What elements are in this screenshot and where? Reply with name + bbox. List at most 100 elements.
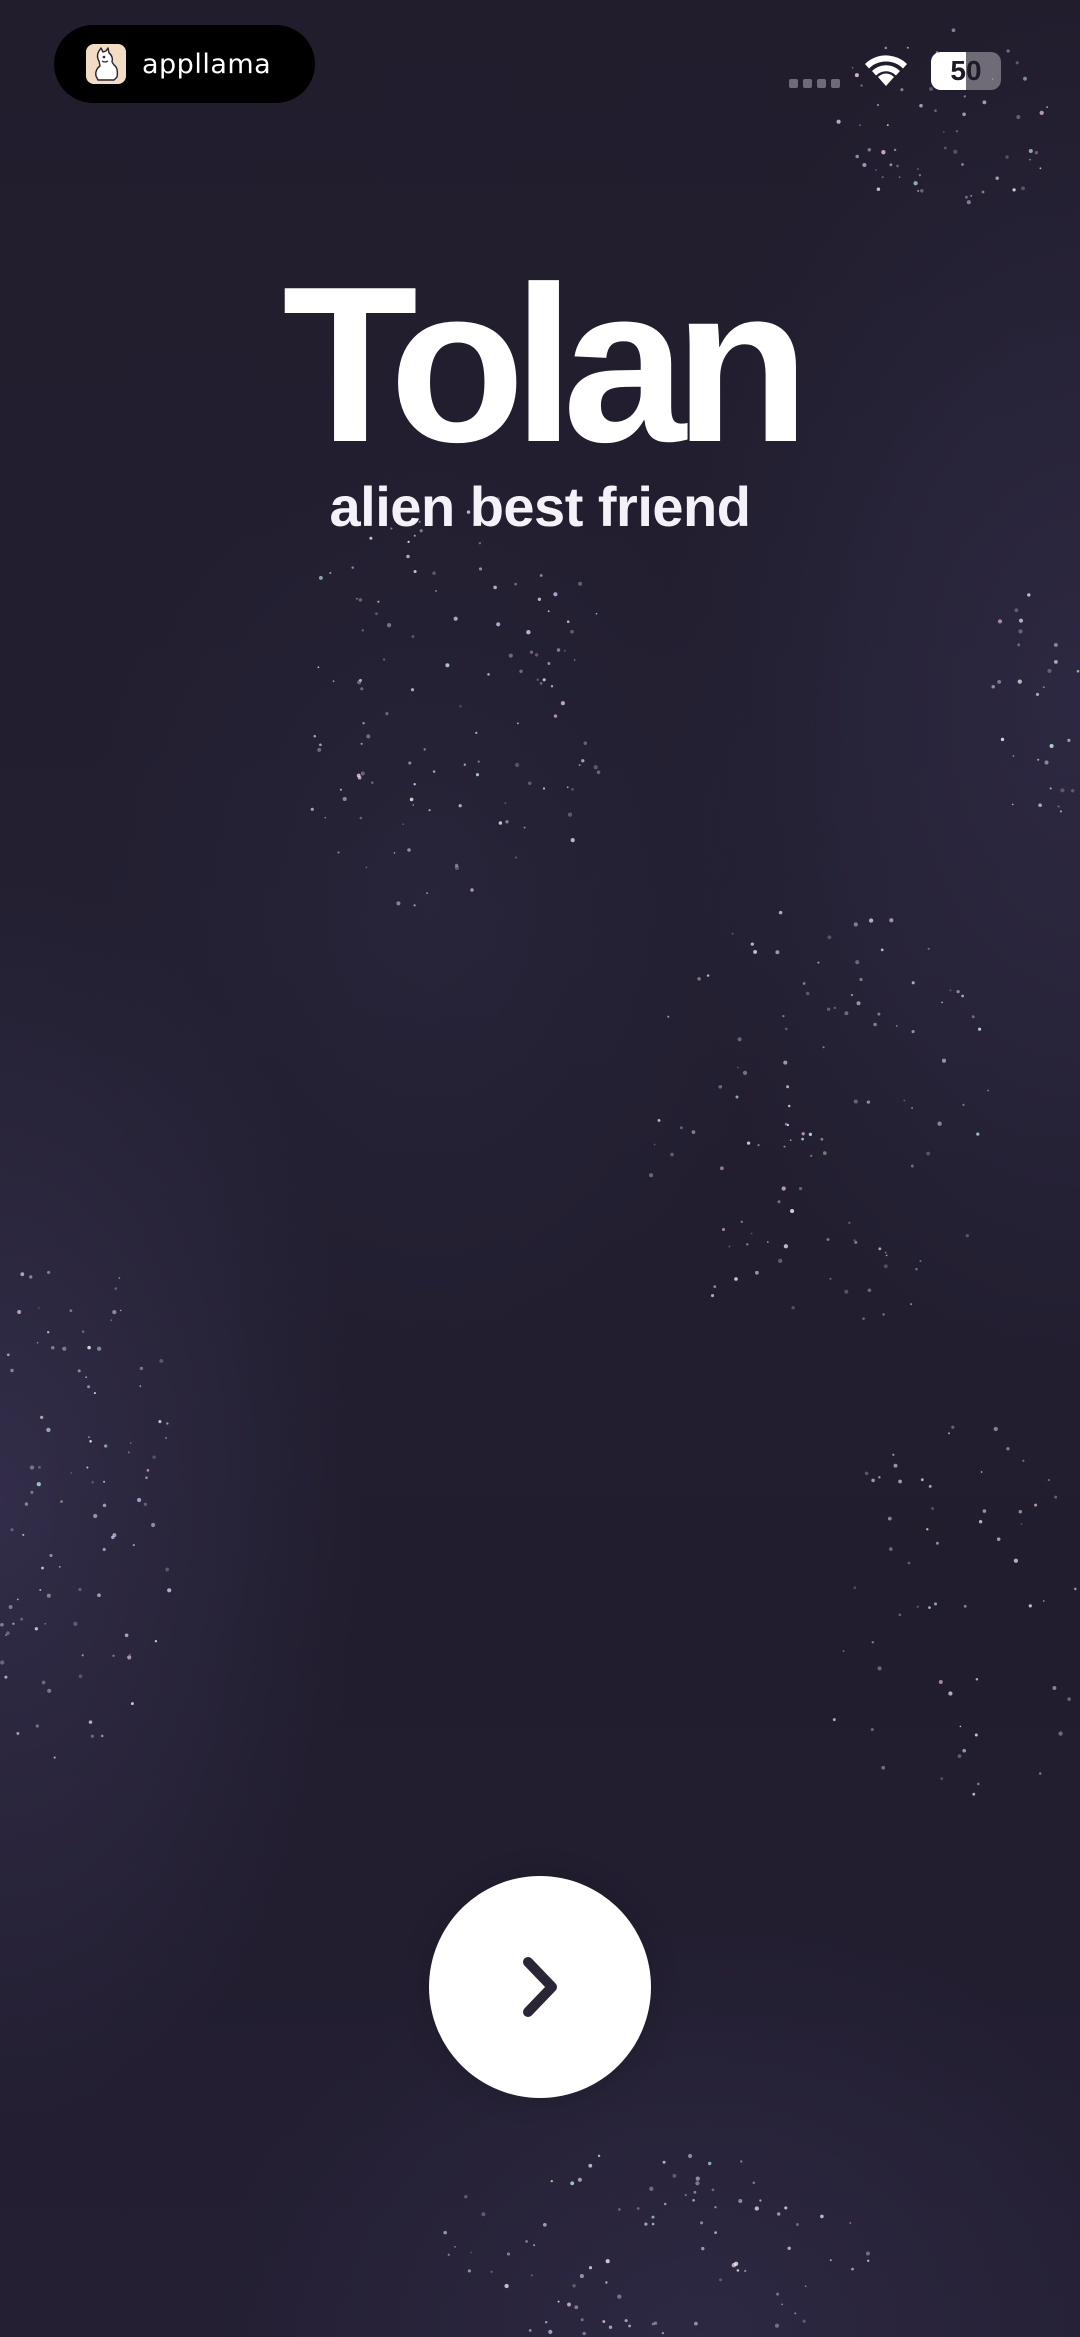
sparkle-dot (882, 1313, 885, 1316)
sparkle-dot (697, 977, 701, 981)
sparkle-dot (865, 2251, 870, 2256)
sparkle-dot (1034, 150, 1039, 155)
sparkle-dot (971, 1015, 975, 1019)
sparkle-dot (464, 2195, 468, 2199)
sparkle-dot (454, 2245, 456, 2248)
sparkle-dot (868, 918, 874, 923)
cellular-signal-icon (789, 79, 840, 88)
sparkle-dot (987, 1089, 990, 1092)
sparkle-dot (956, 989, 960, 994)
sparkle-dot (974, 1733, 978, 1737)
sparkle-dot (481, 2212, 486, 2217)
sparkle-dot (547, 610, 550, 613)
sparkle-dot (317, 666, 320, 669)
sparkle-dot (916, 1605, 919, 1608)
sparkle-dot (651, 2222, 655, 2226)
sparkle-dot (16, 1731, 20, 1735)
sparkle-dot (570, 629, 574, 634)
sparkle-dot (911, 981, 915, 985)
sparkle-dot (742, 1070, 748, 1076)
sparkle-dot (40, 1415, 44, 1420)
sparkle-dot (889, 163, 893, 167)
sparkle-dot (1058, 1731, 1063, 1736)
sparkle-dot (755, 1270, 759, 1275)
sparkle-dot (750, 942, 754, 946)
sparkle-dot (864, 1471, 869, 1476)
sparkle-dot (167, 1588, 172, 1593)
sparkle-dot (137, 1497, 142, 1503)
sparkle-dot (820, 2214, 824, 2219)
sparkle-dot (130, 1702, 134, 1706)
sparkle-dot (505, 820, 509, 824)
sparkle-dot (10, 1528, 14, 1532)
sparkle-dot (51, 1346, 55, 1350)
sparkle-dot (35, 1724, 39, 1728)
sparkle-dot (948, 1691, 953, 1696)
sparkle-dot (578, 764, 581, 767)
sparkle-dot (475, 731, 478, 735)
sparkle-dot (1076, 669, 1080, 673)
sparkle-dot (976, 1132, 980, 1136)
sparkle-dot (583, 741, 588, 745)
sparkle-dot (1054, 1495, 1058, 1499)
sparkle-dot (931, 1506, 935, 1511)
sparkle-dot (87, 1385, 91, 1389)
sparkle-dot (750, 1232, 753, 1235)
sparkle-dot (1039, 167, 1042, 170)
sparkle-dot (542, 2222, 547, 2227)
sparkle-dot (526, 630, 531, 635)
sparkle-dot (24, 1502, 29, 1506)
sparkle-dot (490, 2270, 493, 2273)
sparkle-dot (493, 585, 497, 590)
sparkle-dot (423, 748, 426, 751)
sparkle-dot (566, 786, 569, 789)
sparkle-dot (1038, 803, 1042, 808)
sparkle-dot (1018, 629, 1023, 634)
sparkle-dot (70, 1472, 73, 1474)
sparkle-dot (119, 1309, 122, 1312)
sparkle-dot (966, 200, 971, 205)
sparkle-dot (918, 174, 922, 177)
sparkle-dot (798, 1186, 803, 1191)
sparkle-dot (733, 2261, 739, 2266)
sparkle-dot (951, 1425, 955, 1429)
sparkle-dot (662, 2160, 666, 2164)
sparkle-dot (1067, 738, 1071, 743)
sparkle-dot (1047, 668, 1052, 673)
sparkle-dot (789, 1139, 792, 1142)
sparkle-dot (359, 816, 363, 820)
sparkle-dot (358, 678, 363, 682)
sparkle-dot (411, 635, 415, 638)
sparkle-dot (324, 816, 327, 819)
onboarding-screen: appllama 50 Tolan alien best friend (0, 0, 1080, 2337)
sparkle-dot (356, 773, 361, 778)
app-badge-pill[interactable]: appllama (54, 25, 315, 103)
sparkle-dot (878, 1476, 881, 1479)
sparkle-dot (710, 1294, 715, 1298)
sparkle-dot (964, 195, 968, 199)
sparkle-dot (570, 2181, 575, 2186)
sparkle-dot (1029, 158, 1031, 161)
sparkle-dot (1049, 787, 1052, 790)
sparkle-dot (4, 1675, 8, 1679)
sparkle-dot (447, 2253, 450, 2256)
sparkle-dot (1014, 608, 1019, 613)
sparkle-dot (1019, 618, 1023, 623)
sparkle-dot (458, 804, 462, 808)
next-button[interactable] (429, 1876, 651, 2098)
sparkle-dot (508, 653, 513, 658)
sparkle-dot (786, 1123, 790, 1127)
sparkle-dot (963, 1604, 967, 1608)
sparkle-dot (580, 2318, 584, 2322)
sparkle-dot (867, 2259, 870, 2262)
sparkle-dot (826, 1238, 830, 1241)
sparkle-dot (854, 1240, 858, 1244)
sparkle-dot (1034, 1503, 1038, 1507)
sparkle-dot (898, 1613, 902, 1617)
sparkle-dot (941, 1058, 947, 1063)
sparkle-dot (542, 678, 546, 682)
sparkle-dot (1012, 188, 1016, 192)
sparkle-dot (573, 659, 576, 661)
sparkle-dot (737, 1037, 742, 1042)
sparkle-dot (947, 1432, 951, 1435)
